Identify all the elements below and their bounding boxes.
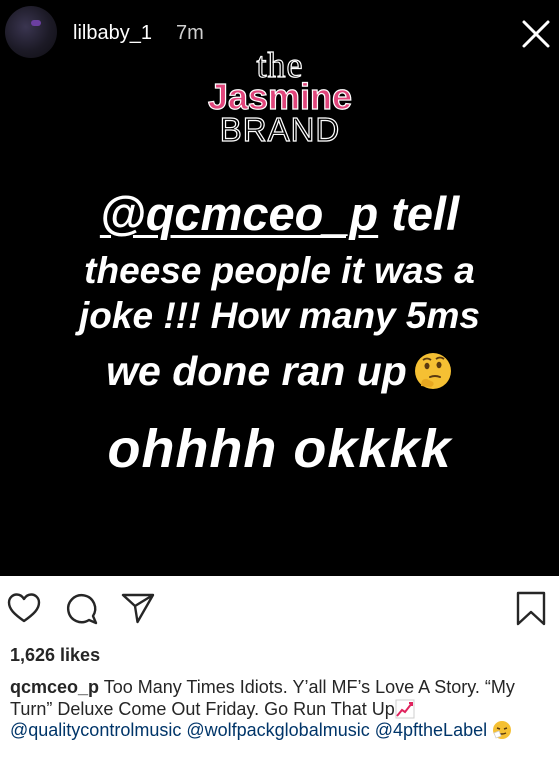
caption-tag[interactable]: @wolfpackglobalmusic bbox=[186, 720, 369, 740]
story-text-line: theese people it was a bbox=[84, 250, 475, 291]
chart-increasing-icon bbox=[395, 699, 415, 718]
story-text-line: ohhhh okkkk bbox=[107, 419, 452, 479]
thinking-face-icon bbox=[414, 353, 451, 389]
avatar[interactable] bbox=[5, 6, 57, 58]
watermark-brand: BRAND bbox=[219, 111, 341, 148]
caption-username[interactable]: qcmceo_p bbox=[10, 677, 99, 697]
watermark-jasmine: Jasmine bbox=[207, 76, 353, 117]
story-text-line: @qcmceo_p tell bbox=[0, 186, 559, 241]
story-view: lilbaby_1 7m the Jasmine BRAND @qcmceo_p… bbox=[0, 0, 559, 576]
share-icon[interactable] bbox=[120, 590, 156, 626]
story-text-line: joke !!! How many 5ms bbox=[79, 295, 480, 336]
story-text-line: we done ran up bbox=[0, 348, 559, 395]
post-actions-bar bbox=[0, 590, 559, 630]
post-caption: qcmceo_p Too Many Times Idiots. Y’all MF… bbox=[10, 677, 550, 742]
story-mention[interactable]: @qcmceo_p bbox=[100, 187, 378, 240]
likes-count[interactable]: 1,626 likes bbox=[10, 645, 100, 666]
bookmark-icon[interactable] bbox=[513, 590, 549, 626]
story-text-fragment: tell bbox=[378, 187, 460, 240]
story-text-fragment: we done ran up bbox=[106, 348, 407, 394]
comment-icon[interactable] bbox=[64, 590, 100, 626]
story-username[interactable]: lilbaby_1 bbox=[73, 22, 152, 45]
caption-tag[interactable]: @qualitycontrolmusic bbox=[10, 720, 181, 740]
heart-icon[interactable] bbox=[6, 590, 42, 626]
watermark-logo: the Jasmine BRAND bbox=[190, 46, 370, 148]
caption-tag[interactable]: @4pftheLabel bbox=[375, 720, 487, 740]
story-timestamp: 7m bbox=[176, 22, 204, 44]
sneezing-face-icon bbox=[493, 721, 512, 739]
close-icon[interactable] bbox=[520, 18, 552, 50]
